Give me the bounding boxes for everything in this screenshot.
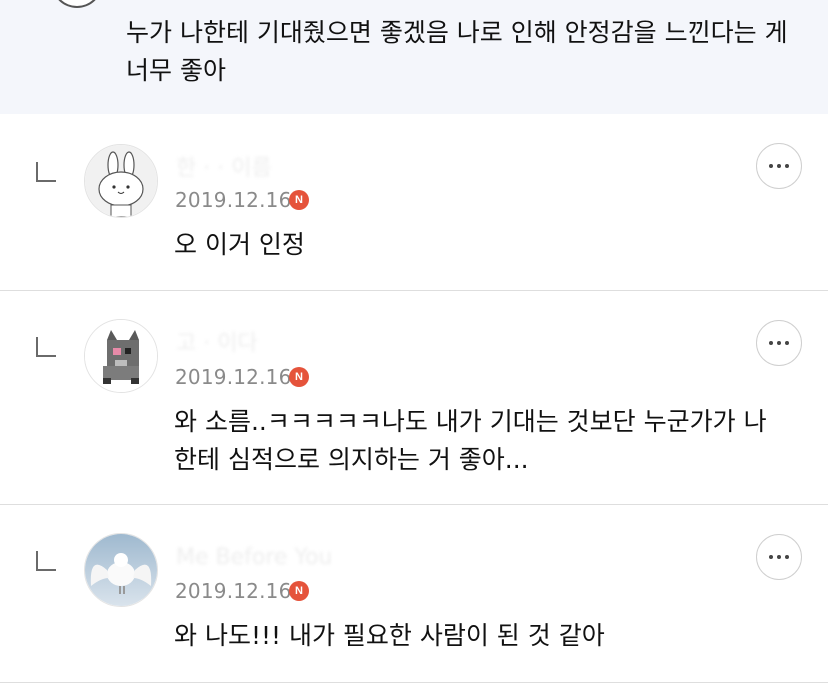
reply-text: 오 이거 인정 xyxy=(174,230,305,259)
parent-comment: 누가 나한테 기대줬으면 좋겠음 나로 인해 안정감을 느낀다는 게 너무 좋아 xyxy=(0,0,828,115)
reply-item: 한 · · 이름 2019.12.16 N 오 이거 인정 xyxy=(0,114,828,291)
parent-avatar[interactable] xyxy=(52,0,102,8)
author-name[interactable]: 한 · · 이름 xyxy=(176,150,272,182)
more-options-button[interactable] xyxy=(756,534,802,580)
reply-text: 와 소름..ㅋㅋㅋㅋㅋ나도 내가 기대는 것보단 누군가가 나한테 심적으로 의… xyxy=(174,407,767,474)
more-options-icon xyxy=(769,164,773,168)
comment-date: 2019.12.16 xyxy=(175,365,292,389)
comment-date: 2019.12.16 xyxy=(175,579,292,603)
reply-arrow-icon xyxy=(36,162,56,182)
reply-arrow-icon xyxy=(36,337,56,357)
new-badge: N xyxy=(289,190,309,210)
more-options-icon-dot xyxy=(785,555,789,559)
reply-item: 고 · 이다 2019.12.16 N 와 소름..ㅋㅋㅋㅋㅋ나도 내가 기대는… xyxy=(0,291,828,505)
more-options-icon xyxy=(769,341,773,345)
more-options-icon-dot xyxy=(777,164,781,168)
new-badge: N xyxy=(289,581,309,601)
parent-comment-text: 누가 나한테 기대줬으면 좋겠음 나로 인해 안정감을 느낀다는 게 너무 좋아 xyxy=(126,18,788,85)
more-options-icon-dot xyxy=(785,164,789,168)
reply-text: 와 나도!!! 내가 필요한 사람이 된 것 같아 xyxy=(174,621,605,650)
cat-avatar[interactable] xyxy=(84,319,158,393)
more-options-icon-dot xyxy=(777,555,781,559)
more-options-button[interactable] xyxy=(756,143,802,189)
comment-date: 2019.12.16 xyxy=(175,188,292,212)
more-options-icon-dot xyxy=(777,341,781,345)
reply-item: Me Before You 2019.12.16 N 와 나도!!! 내가 필요… xyxy=(0,505,828,683)
rabbit-avatar[interactable] xyxy=(84,144,158,218)
bird-avatar[interactable] xyxy=(84,533,158,607)
more-options-icon xyxy=(769,555,773,559)
more-options-button[interactable] xyxy=(756,320,802,366)
reply-arrow-icon xyxy=(36,551,56,571)
author-name[interactable]: 고 · 이다 xyxy=(176,325,258,357)
more-options-icon-dot xyxy=(785,341,789,345)
author-name[interactable]: Me Before You xyxy=(176,545,332,570)
new-badge: N xyxy=(289,367,309,387)
